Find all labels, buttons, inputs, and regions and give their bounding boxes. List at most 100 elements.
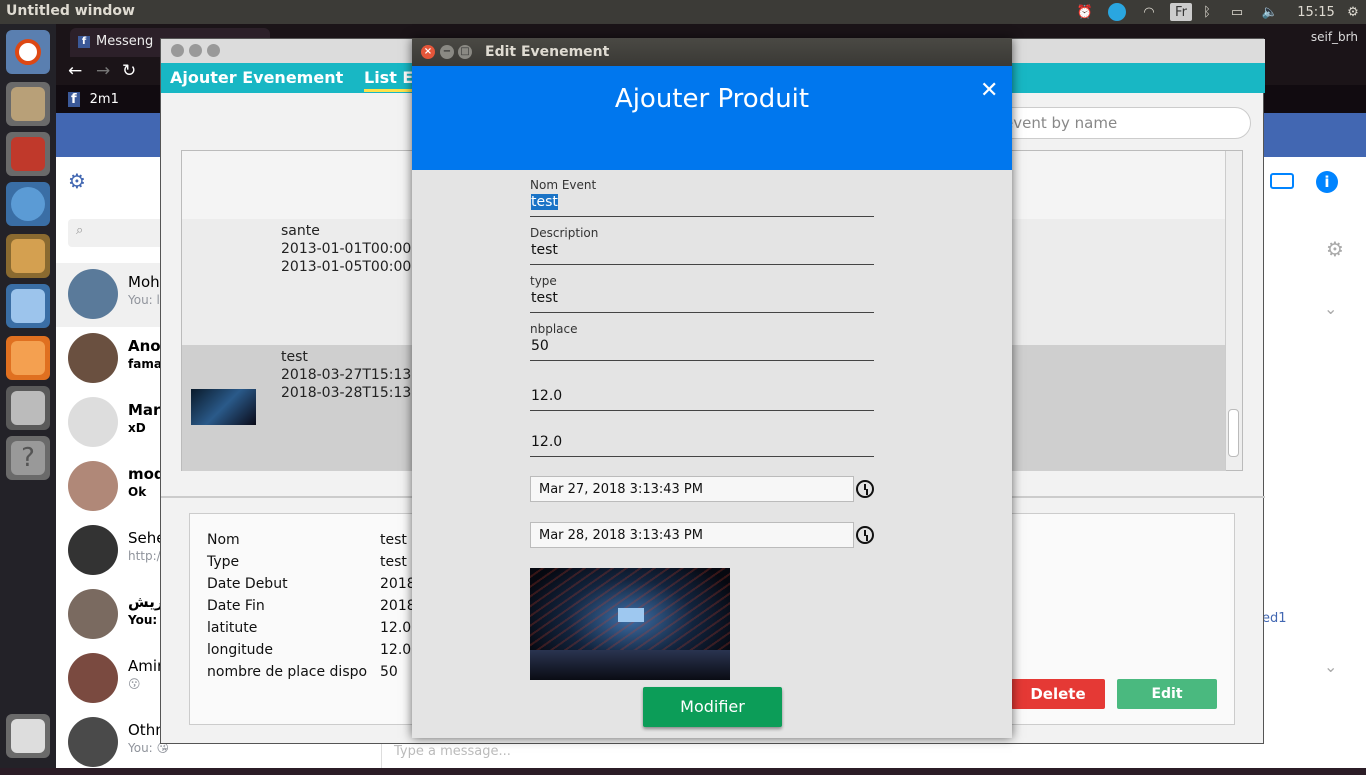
detail-value: 50 <box>380 664 398 680</box>
virtualbox-icon[interactable] <box>6 284 50 328</box>
camera-icon[interactable] <box>6 386 50 430</box>
nom-event-field[interactable]: Nom Event test <box>530 178 874 217</box>
chevron-down-icon[interactable]: ⌄ <box>1324 299 1337 318</box>
bluetooth-icon[interactable]: ᛒ <box>1198 3 1216 21</box>
conversation-preview: 😗 <box>128 677 141 691</box>
avatar <box>68 269 118 319</box>
field-value: 50 <box>531 338 549 354</box>
avatar <box>68 717 118 767</box>
close-icon[interactable]: ✕ <box>980 78 998 103</box>
settings-icon[interactable] <box>6 132 50 176</box>
date-debut-picker[interactable]: Mar 27, 2018 3:13:43 PM <box>530 476 854 502</box>
facebook-icon: f <box>68 92 80 107</box>
detail-label: latitute <box>207 620 258 636</box>
ubuntu-icon[interactable] <box>6 30 50 74</box>
edit-button[interactable]: Edit <box>1117 679 1217 709</box>
clock-icon[interactable] <box>856 480 874 498</box>
browser-user[interactable]: seif_brh <box>1311 30 1358 44</box>
minimize-icon[interactable]: − <box>440 45 454 59</box>
date-fin-picker[interactable]: Mar 28, 2018 3:13:43 PM <box>530 522 854 548</box>
field-value: 12.0 <box>531 388 563 404</box>
power-icon[interactable]: ⚙ <box>1344 3 1362 21</box>
detail-label: Date Fin <box>207 598 265 614</box>
event-start: 2018-03-27T15:13 <box>281 367 412 383</box>
battery-icon[interactable]: ▭ <box>1224 3 1250 21</box>
bookmark-label: 2m1 <box>89 92 119 107</box>
avatar <box>68 653 118 703</box>
avatar <box>68 397 118 447</box>
detail-label: Nom <box>207 532 240 548</box>
event-thumbnail <box>191 389 256 425</box>
reload-icon[interactable]: ↻ <box>122 61 136 81</box>
close-icon[interactable] <box>171 44 184 57</box>
avatar <box>68 589 118 639</box>
nbplace-field[interactable]: nbplace 50 <box>530 322 874 361</box>
event-end: 2018-03-28T15:13 <box>281 385 412 401</box>
volume-icon[interactable]: 🔈 <box>1258 3 1282 21</box>
conversation-preview: fama <box>128 357 162 371</box>
tab-title: Messeng <box>96 34 154 49</box>
image-detail <box>618 608 644 622</box>
wifi-icon[interactable]: ◠ <box>1138 3 1160 21</box>
minimize-icon[interactable] <box>189 44 202 57</box>
detail-value: 12.0 <box>380 642 412 658</box>
skype-icon[interactable] <box>1104 3 1130 21</box>
window-title: Untitled window <box>6 3 135 19</box>
detail-label: Type <box>207 554 240 570</box>
field-value: test <box>531 242 558 258</box>
dialog-titlebar: × − □ Edit Evenement <box>412 38 1012 66</box>
messenger-right-panel: i ⚙ ⌄ ed1 ⌄ <box>1262 157 1366 768</box>
dialog-heading: Ajouter Produit <box>614 84 810 114</box>
help-icon[interactable]: ? <box>6 436 50 480</box>
event-name: test <box>281 349 308 365</box>
shared-link[interactable]: ed1 <box>1262 611 1287 626</box>
software-center-icon[interactable] <box>6 336 50 380</box>
field-label: Nom Event <box>530 178 597 192</box>
clock-icon[interactable] <box>856 526 874 544</box>
chromium-icon[interactable] <box>6 182 50 226</box>
event-image[interactable] <box>530 568 730 680</box>
detail-label: nombre de place dispo <box>207 664 368 680</box>
dialog-title: Edit Evenement <box>485 44 610 60</box>
trash-icon[interactable] <box>6 714 50 758</box>
info-icon[interactable]: i <box>1316 171 1338 193</box>
archive-icon[interactable] <box>6 234 50 278</box>
launcher: ? <box>0 24 56 768</box>
files-icon[interactable] <box>6 82 50 126</box>
tab-list-evenement[interactable]: List E <box>364 68 414 92</box>
detail-label: Date Debut <box>207 576 288 592</box>
type-field[interactable]: type test <box>530 274 874 313</box>
event-search-input[interactable]: event by name <box>991 107 1251 139</box>
longitude-field[interactable]: 12.0 <box>530 432 874 457</box>
field-value: test <box>531 194 558 210</box>
gear-icon[interactable]: ⚙ <box>1326 237 1344 261</box>
video-call-icon[interactable] <box>1270 173 1294 189</box>
list-scrollbar[interactable] <box>1225 151 1242 470</box>
delete-button[interactable]: Delete <box>1011 679 1105 709</box>
event-end: 2013-01-05T00:00 <box>281 259 412 275</box>
detail-value: 2018 <box>380 598 416 614</box>
forward-icon[interactable]: → <box>96 61 110 81</box>
field-value: test <box>531 290 558 306</box>
field-label: Description <box>530 226 599 240</box>
dialog-header: Ajouter Produit ✕ <box>412 66 1012 170</box>
clock[interactable]: 15:15 <box>1292 3 1340 21</box>
conversation-preview: You: <box>128 613 158 627</box>
modifier-button[interactable]: Modifier <box>643 687 782 727</box>
keyboard-layout[interactable]: Fr <box>1170 3 1192 21</box>
description-field[interactable]: Description test <box>530 226 874 265</box>
field-value: 12.0 <box>531 434 563 450</box>
maximize-icon[interactable] <box>207 44 220 57</box>
conversation-name: Amir <box>128 657 164 675</box>
event-start: 2013-01-01T00:00 <box>281 241 412 257</box>
alarm-icon[interactable]: ⏰ <box>1074 3 1096 21</box>
latitude-field[interactable]: 12.0 <box>530 386 874 411</box>
tab-ajouter-evenement[interactable]: Ajouter Evenement <box>170 68 343 87</box>
gear-icon[interactable]: ⚙ <box>68 169 86 193</box>
back-icon[interactable]: ← <box>68 61 82 81</box>
maximize-icon[interactable]: □ <box>458 45 472 59</box>
scrollbar-thumb[interactable] <box>1228 409 1239 457</box>
chevron-down-icon[interactable]: ⌄ <box>1324 657 1337 676</box>
bookmark-item[interactable]: f 2m1 <box>68 92 119 107</box>
close-icon[interactable]: × <box>421 45 435 59</box>
